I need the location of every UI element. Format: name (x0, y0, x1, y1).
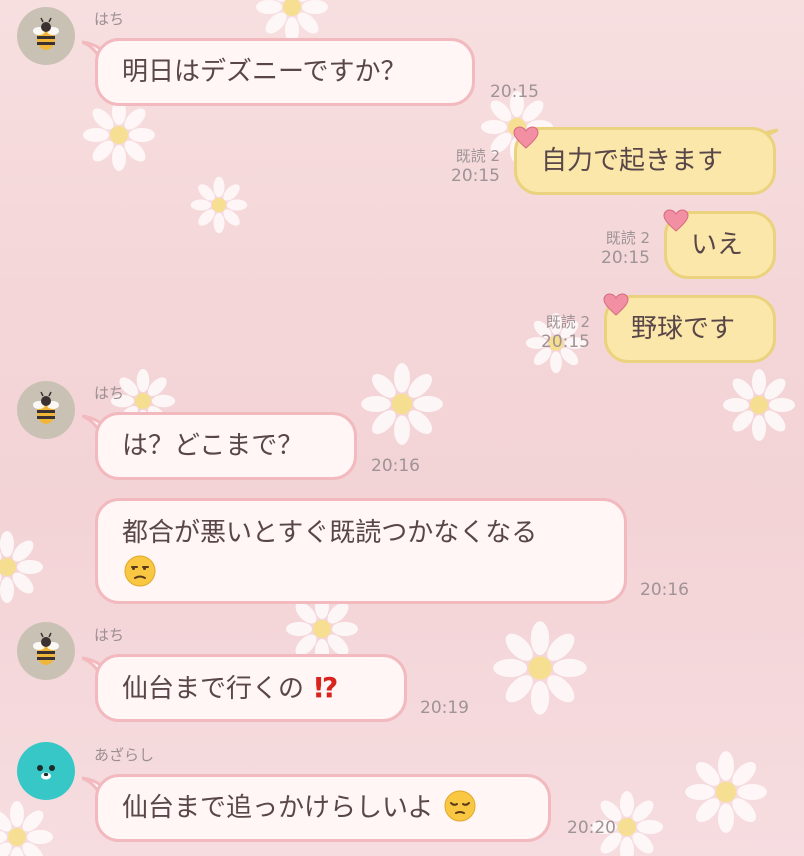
message-text: 都合が悪いとすぐ既読つかなくなる (122, 518, 538, 548)
message-bubble[interactable]: 仙台まで行くの !? (95, 654, 407, 722)
read-count: 既読 2 (605, 229, 650, 247)
read-receipt: 既読 2 20:15 (520, 312, 590, 352)
message-bubble[interactable]: 都合が悪いとすぐ既読つかなくなる (95, 498, 627, 604)
daisy-decoration (361, 363, 443, 445)
daisy-decoration (685, 751, 767, 833)
daisy-decoration (0, 531, 43, 603)
message-time: 20:16 (640, 580, 689, 600)
sender-name: はち (94, 384, 125, 402)
message-text: 野球です (631, 314, 736, 344)
message-time: 20:16 (371, 456, 420, 476)
heart-icon (603, 293, 629, 316)
daisy-decoration (190, 176, 248, 234)
sender-name: はち (94, 10, 125, 28)
read-receipt: 既読 2 20:15 (580, 228, 650, 268)
seal-avatar[interactable] (17, 742, 75, 800)
read-count: 既読 2 (455, 147, 500, 165)
sender-name: あざらし (94, 746, 155, 764)
message-time: 20:15 (541, 332, 590, 352)
message-bubble[interactable]: 仙台まで追っかけらしいよ (95, 774, 551, 842)
daisy-decoration (0, 801, 53, 856)
message-text: 仙台まで行くの (122, 674, 305, 704)
bee-avatar[interactable] (17, 381, 75, 439)
bee-avatar[interactable] (17, 622, 75, 680)
message-bubble[interactable]: 自力で起きます (514, 127, 776, 195)
seal-icon (37, 765, 55, 780)
bee-icon (33, 632, 59, 665)
heart-icon (663, 209, 689, 232)
message-text: 明日はデズニーですか？ (122, 57, 407, 87)
message-text: いえ (691, 230, 744, 260)
read-receipt: 既読 2 20:15 (430, 146, 500, 186)
message-bubble[interactable]: 明日はデズニーですか？ (95, 38, 475, 106)
sender-name: はち (94, 626, 125, 644)
unamused-face-icon (124, 555, 156, 587)
message-time: 20:19 (420, 698, 469, 718)
message-bubble[interactable]: は？どこまで？ (95, 412, 357, 480)
pensive-face-icon (444, 790, 476, 822)
message-text: 仙台まで追っかけらしいよ (122, 793, 434, 823)
message-time: 20:15 (451, 166, 500, 186)
bee-avatar[interactable] (17, 7, 75, 65)
exclamation-question-icon: !? (312, 671, 338, 704)
message-time: 20:15 (490, 82, 539, 102)
read-count: 既読 2 (545, 313, 590, 331)
daisy-decoration (493, 621, 587, 715)
message-text: 自力で起きます (541, 146, 724, 176)
bee-icon (33, 391, 59, 424)
heart-icon (513, 126, 539, 149)
bee-icon (33, 17, 59, 50)
message-text: は？どこまで？ (122, 431, 304, 461)
daisy-decoration (723, 369, 795, 441)
daisy-decoration (83, 99, 155, 171)
message-bubble[interactable]: 野球です (604, 295, 776, 363)
message-time: 20:15 (601, 248, 650, 268)
message-time: 20:20 (567, 818, 616, 838)
